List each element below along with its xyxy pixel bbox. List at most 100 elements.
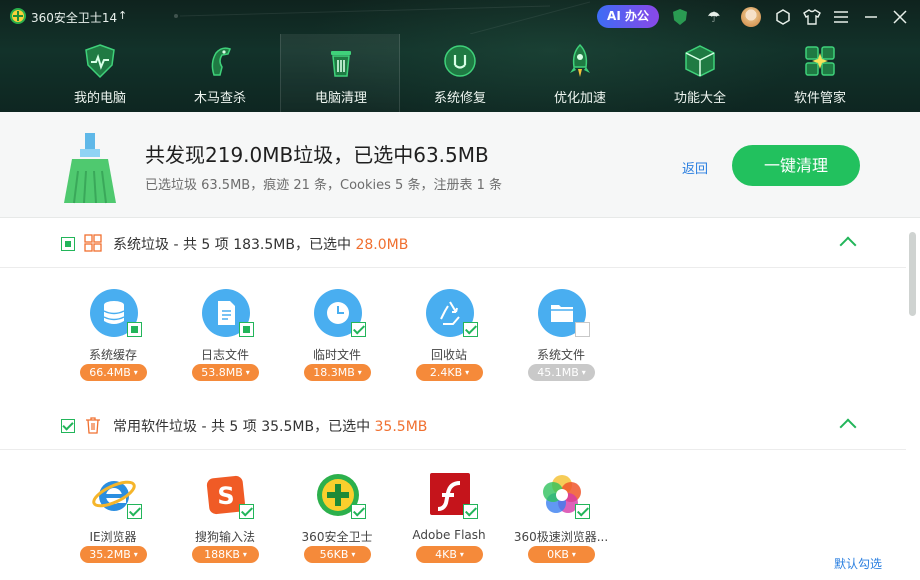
item-label: IE浏览器 [89,530,137,544]
item-checkbox[interactable] [463,322,478,337]
dropdown-arrow-icon: ▾ [459,550,464,559]
close-icon[interactable] [889,6,911,28]
section-checkbox[interactable] [61,419,75,433]
junk-item-temp-files[interactable]: 临时文件 18.3MB ▾ [281,289,393,389]
section-title: 系统垃圾 - 共 5 项 183.5MB，已选中 28.0MB [113,237,409,253]
size-dropdown[interactable]: 56KB ▾ [304,546,371,563]
collapse-chevron-icon[interactable] [839,418,857,436]
nav-optimize-speed[interactable]: 优化加速 [520,34,640,112]
size-dropdown[interactable]: 2.4KB ▾ [416,364,483,381]
minimize-icon[interactable] [860,6,882,28]
nav-label: 木马查杀 [193,91,246,106]
nav-label: 优化加速 [553,91,606,106]
upgrade-arrow-icon[interactable]: ↑ [118,9,127,22]
puzzle-icon[interactable] [772,6,794,28]
title-bar: 360安全卫士14 ↑ AI 办公 ☂ [0,0,920,34]
section-selected-size: 28.0MB [355,237,409,253]
svg-text:S: S [217,482,234,510]
junk-item-log-files[interactable]: 日志文件 53.8MB ▾ [169,289,281,389]
section-title: 常用软件垃圾 - 共 5 项 35.5MB，已选中 35.5MB [113,419,428,435]
dropdown-arrow-icon: ▾ [133,368,138,377]
trash-outline-icon [86,417,100,434]
cube-icon [685,45,715,77]
one-click-clean-button[interactable]: 一键清理 [732,145,860,186]
app-logo-icon [10,8,26,24]
size-dropdown[interactable]: 53.8MB ▾ [192,364,259,381]
item-label: 系统缓存 [88,348,137,362]
size-dropdown[interactable]: 18.3MB ▾ [304,364,371,381]
avatar[interactable] [740,6,762,28]
wrench-circle-icon [444,45,476,77]
horse-icon [211,47,231,76]
item-checkbox[interactable] [239,504,254,519]
section-selected-size: 35.5MB [374,419,428,435]
nav-system-repair[interactable]: 系统修复 [400,34,520,112]
top-banner: 360安全卫士14 ↑ AI 办公 ☂ 我的电脑 木马查杀 电脑清理 系统修复 … [0,0,920,112]
size-dropdown[interactable]: 188KB ▾ [192,546,259,563]
item-checkbox[interactable] [239,322,254,337]
junk-list: 系统垃圾 - 共 5 项 183.5MB，已选中 28.0MB 系统缓存 66.… [0,218,906,580]
item-checkbox[interactable] [351,504,366,519]
dropdown-arrow-icon: ▾ [357,368,362,377]
junk-item-adobe-flash[interactable]: Adobe Flash 4KB ▾ [393,471,505,571]
menu-icon[interactable] [830,6,852,28]
size-dropdown[interactable]: 35.2MB ▾ [80,546,147,563]
item-label: 回收站 [430,348,467,362]
shirt-icon[interactable] [801,6,823,28]
nav-label: 我的电脑 [73,91,126,106]
size-dropdown[interactable]: 0KB ▾ [528,546,595,563]
scan-result-header: 共发现219.0MB垃圾，已选中63.5MB 已选垃圾 63.5MB，痕迹 21… [0,112,920,218]
nav-pc-cleanup[interactable]: 电脑清理 [280,34,400,112]
shield-heartbeat-icon [85,44,115,79]
app-title: 360安全卫士14 [31,11,118,25]
section-header-system-junk[interactable]: 系统垃圾 - 共 5 项 183.5MB，已选中 28.0MB [0,218,906,268]
dropdown-arrow-icon: ▾ [351,550,356,559]
scan-summary-detail: 已选垃圾 63.5MB，痕迹 21 条，Cookies 5 条，注册表 1 条 [145,178,502,193]
back-link[interactable]: 返回 [682,158,708,177]
umbrella-icon[interactable]: ☂ [703,6,725,28]
item-label: 临时文件 [312,348,361,362]
size-dropdown[interactable]: 4KB ▾ [416,546,483,563]
nav-label: 系统修复 [433,91,486,106]
section-checkbox[interactable] [61,237,75,251]
nav-my-computer[interactable]: 我的电脑 [40,34,160,112]
item-checkbox[interactable] [127,322,142,337]
default-select-link[interactable]: 默认勾选 [834,555,882,572]
junk-item-sogou[interactable]: S 搜狗输入法 188KB ▾ [169,471,281,571]
item-checkbox[interactable] [575,322,590,337]
item-label: 360安全卫士 [301,530,373,544]
junk-item-360-safe[interactable]: 360安全卫士 56KB ▾ [281,471,393,571]
apps-icon [805,46,835,76]
item-label: Adobe Flash [412,528,486,542]
scrollbar-thumb[interactable] [909,232,916,316]
item-checkbox[interactable] [351,322,366,337]
collapse-chevron-icon[interactable] [839,236,857,254]
dropdown-arrow-icon: ▾ [245,368,250,377]
junk-item-ie[interactable]: IE浏览器 35.2MB ▾ [57,471,169,571]
section-header-software-junk[interactable]: 常用软件垃圾 - 共 5 项 35.5MB，已选中 35.5MB [0,400,906,450]
nav-trojan-scan[interactable]: 木马查杀 [160,34,280,112]
item-checkbox[interactable] [463,504,478,519]
broom-icon [64,133,116,204]
junk-item-360-browser[interactable]: 360极速浏览器... 0KB ▾ [505,471,617,571]
junk-item-system-files[interactable]: 系统文件 45.1MB ▾ [505,289,617,389]
dropdown-arrow-icon: ▾ [571,550,576,559]
junk-item-system-cache[interactable]: 系统缓存 66.4MB ▾ [57,289,169,389]
junk-item-recycle-bin[interactable]: 回收站 2.4KB ▾ [393,289,505,389]
size-dropdown[interactable]: 66.4MB ▾ [80,364,147,381]
shield-check-icon[interactable] [669,6,691,28]
nav-label: 电脑清理 [314,91,367,106]
banner-decoration [174,1,590,34]
item-label: 日志文件 [200,348,249,362]
nav-software-manager[interactable]: 软件管家 [760,34,880,112]
item-label: 系统文件 [536,348,585,362]
nav-all-features[interactable]: 功能大全 [640,34,760,112]
dropdown-arrow-icon: ▾ [133,550,138,559]
item-label: 搜狗输入法 [194,530,255,544]
app-window: 360安全卫士14 ↑ AI 办公 ☂ 我的电脑 木马查杀 电脑清理 系统修复 … [0,0,920,580]
dropdown-arrow-icon: ▾ [581,368,586,377]
size-dropdown[interactable]: 45.1MB ▾ [528,364,595,381]
item-checkbox[interactable] [575,504,590,519]
ai-office-button[interactable]: AI 办公 [597,5,659,28]
item-checkbox[interactable] [127,504,142,519]
